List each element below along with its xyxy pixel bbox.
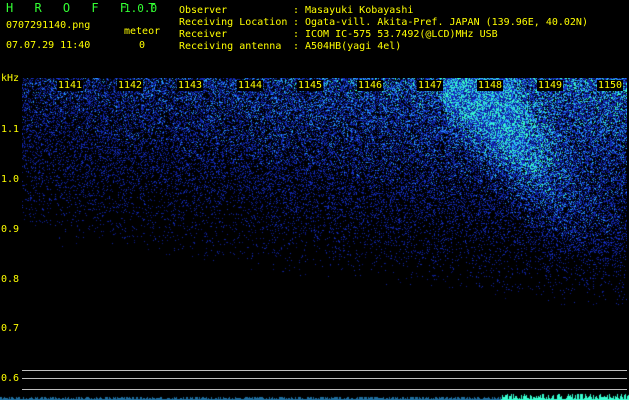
freq-tick-1.1: 1.1 (1, 124, 20, 135)
receiver-separator: : (293, 29, 300, 40)
location-label: Receiving Location (179, 17, 288, 28)
spectrogram-plot (22, 78, 627, 380)
meteor-label: meteor (124, 26, 161, 37)
time-tick-1145: 1145 (297, 80, 324, 91)
meteor-count: 0 (139, 40, 146, 51)
freq-tick-0.6: 0.6 (1, 373, 20, 384)
app-version: 1.0.0 (124, 2, 158, 15)
time-tick-1146: 1146 (357, 80, 384, 91)
freq-tick-0.8: 0.8 (1, 274, 20, 285)
time-tick-1141: 1141 (57, 80, 84, 91)
time-tick-1149: 1149 (537, 80, 564, 91)
observer-value: Masayuki Kobayashi (305, 5, 414, 16)
time-tick-1148: 1148 (477, 80, 504, 91)
time-tick-1142: 1142 (117, 80, 144, 91)
hrofft-window: H R O F F T 1.0.0 0707291140.png 07.07.2… (0, 0, 629, 400)
antenna-separator: : (293, 41, 300, 52)
freq-tick-1.0: 1.0 (1, 174, 20, 185)
capture-datetime: 07.07.29 11:40 (6, 40, 91, 51)
reference-line-lower (22, 389, 627, 390)
receiver-value: ICOM IC-575 53.7492(@LCD)MHz USB (305, 29, 498, 40)
time-tick-1150: 1150 (597, 80, 624, 91)
frequency-unit-label: kHz (1, 73, 20, 84)
reference-line-upper (22, 370, 627, 371)
freq-tick-0.7: 0.7 (1, 323, 20, 334)
antenna-value: A504HB(yagi 4el) (305, 41, 402, 52)
observer-separator: : (293, 5, 300, 16)
signal-level-strip (0, 392, 629, 400)
freq-tick-0.9: 0.9 (1, 224, 20, 235)
spectrogram-canvas (22, 78, 627, 380)
time-tick-1144: 1144 (237, 80, 264, 91)
time-tick-1143: 1143 (177, 80, 204, 91)
reference-line-middle (22, 378, 627, 379)
location-separator: : (293, 17, 300, 28)
observer-label: Observer (179, 5, 228, 16)
location-value: Ogata-vill. Akita-Pref. JAPAN (139.96E, … (305, 17, 588, 28)
receiver-label: Receiver (179, 29, 228, 40)
file-name: 0707291140.png (6, 20, 91, 31)
time-tick-1147: 1147 (417, 80, 444, 91)
antenna-label: Receiving antenna (179, 41, 282, 52)
